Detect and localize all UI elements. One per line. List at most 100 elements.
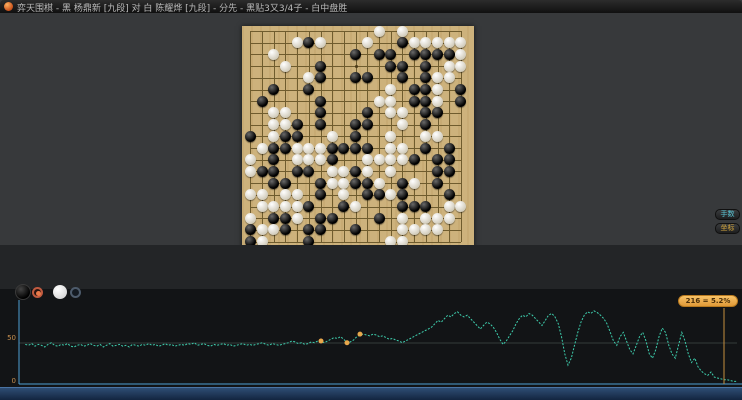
black-stone <box>268 212 280 224</box>
black-stone <box>443 142 455 154</box>
black-perspective-radio[interactable] <box>32 287 43 298</box>
black-stone <box>279 177 291 189</box>
black-stone <box>291 119 303 131</box>
key-move-marker <box>318 338 324 344</box>
black-stone-icon <box>15 284 31 300</box>
black-stone <box>361 119 373 131</box>
move-numbers-toggle[interactable]: 手数 <box>715 209 740 220</box>
white-stone <box>291 37 303 49</box>
white-stone <box>396 212 408 224</box>
black-stone <box>244 130 256 142</box>
black-stone <box>373 212 385 224</box>
black-stone <box>350 130 362 142</box>
white-stone <box>373 25 385 37</box>
black-stone <box>291 165 303 177</box>
white-stone <box>361 154 373 166</box>
white-stone <box>268 48 280 60</box>
white-stone <box>455 60 467 72</box>
white-stone <box>396 119 408 131</box>
black-stone <box>303 165 315 177</box>
white-stone <box>268 224 280 236</box>
y-tick-label: 0 <box>11 377 16 385</box>
black-stone <box>443 48 455 60</box>
white-stone <box>432 37 443 49</box>
black-stone <box>279 224 291 236</box>
white-stone <box>361 37 373 49</box>
black-stone <box>256 95 268 107</box>
black-stone <box>396 201 408 212</box>
black-stone <box>350 119 362 131</box>
black-stone <box>420 142 432 154</box>
white-stone <box>432 130 443 142</box>
white-stone <box>396 224 408 236</box>
white-perspective-radio[interactable] <box>70 287 81 298</box>
black-stone <box>385 60 397 72</box>
app-window: 弈天围棋 - 黑 杨鼎新 [九段] 对 白 陈耀烨 [九段] - 分先 - 黑贴… <box>0 0 742 400</box>
black-stone <box>315 107 326 119</box>
white-stone <box>279 60 291 72</box>
black-stone <box>315 60 326 72</box>
black-stone <box>373 189 385 201</box>
white-stone <box>268 119 280 131</box>
white-stone <box>279 201 291 212</box>
white-stone <box>256 201 268 212</box>
black-stone <box>326 212 338 224</box>
white-stone <box>256 142 268 154</box>
black-stone <box>350 165 362 177</box>
black-stone <box>361 107 373 119</box>
white-stone <box>291 154 303 166</box>
white-stone <box>291 142 303 154</box>
black-stone <box>244 224 256 236</box>
black-stone <box>303 224 315 236</box>
white-stone <box>268 107 280 119</box>
white-stone <box>408 177 420 189</box>
taskbar[interactable] <box>0 387 742 400</box>
black-stone <box>315 177 326 189</box>
white-stone <box>455 48 467 60</box>
white-stone <box>350 201 362 212</box>
white-stone <box>432 72 443 84</box>
board-area <box>0 13 742 257</box>
white-stone <box>443 212 455 224</box>
white-stone <box>338 189 350 201</box>
title-bar[interactable]: 弈天围棋 - 黑 杨鼎新 [九段] 对 白 陈耀烨 [九段] - 分先 - 黑贴… <box>0 0 742 14</box>
black-stone <box>443 189 455 201</box>
white-stone <box>291 201 303 212</box>
black-stone <box>396 37 408 49</box>
black-stone <box>420 48 432 60</box>
black-stone <box>338 142 350 154</box>
black-stone <box>361 177 373 189</box>
black-stone <box>303 201 315 212</box>
winrate-chart[interactable] <box>0 289 742 387</box>
white-stone <box>326 130 338 142</box>
coordinates-toggle[interactable]: 坐标 <box>715 223 740 234</box>
white-stone <box>361 165 373 177</box>
white-stone <box>326 165 338 177</box>
white-stone <box>315 142 326 154</box>
black-stone <box>420 84 432 95</box>
white-stone <box>373 177 385 189</box>
white-stone <box>303 154 315 166</box>
white-stone <box>420 212 432 224</box>
black-stone <box>443 154 455 166</box>
black-stone <box>315 212 326 224</box>
black-stone <box>420 201 432 212</box>
white-stone <box>443 60 455 72</box>
black-stone <box>361 189 373 201</box>
black-stone <box>315 189 326 201</box>
black-stone <box>350 224 362 236</box>
white-stone <box>432 84 443 95</box>
white-stone <box>338 165 350 177</box>
white-stone-icon <box>53 285 67 299</box>
black-stone <box>315 95 326 107</box>
black-stone <box>408 201 420 212</box>
white-stone <box>338 177 350 189</box>
black-stone <box>361 72 373 84</box>
black-stone <box>326 142 338 154</box>
black-stone <box>408 84 420 95</box>
black-stone <box>396 72 408 84</box>
white-stone <box>420 130 432 142</box>
black-stone <box>373 48 385 60</box>
white-stone <box>244 212 256 224</box>
go-board[interactable] <box>242 25 474 257</box>
